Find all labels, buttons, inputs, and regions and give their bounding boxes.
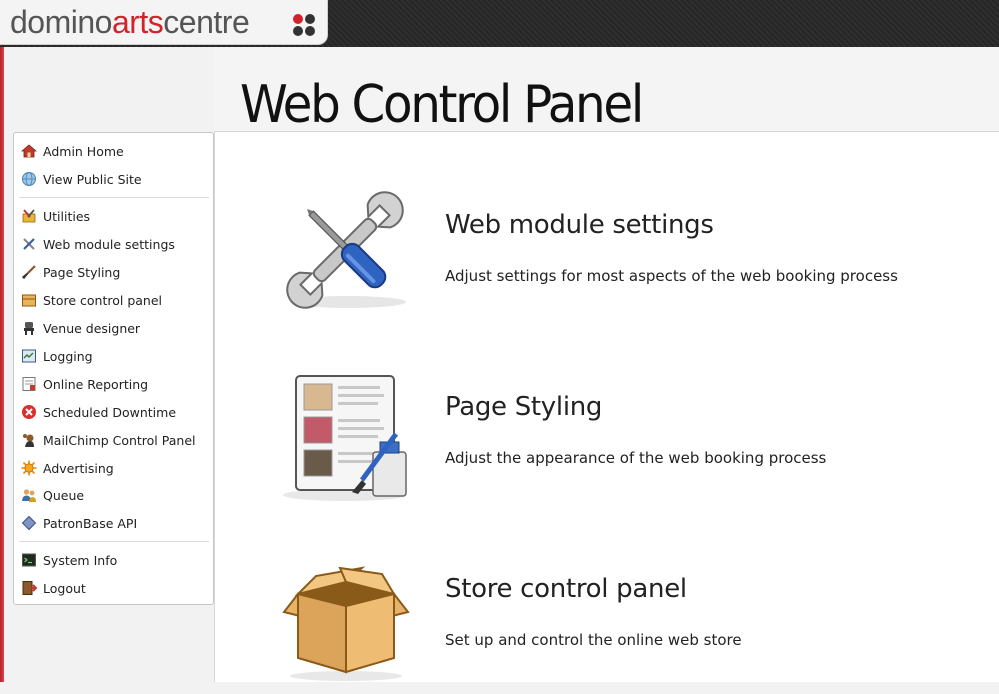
sidebar-item-view-public-site[interactable]: View Public Site — [21, 169, 206, 189]
stop-icon — [21, 404, 37, 420]
sidebar-item-label: Admin Home — [43, 143, 124, 159]
sidebar-item-queue[interactable]: Queue — [21, 485, 206, 505]
section-title[interactable]: Web module settings — [445, 210, 714, 240]
log-icon — [21, 348, 37, 364]
sidebar-item-label: Logout — [43, 580, 86, 596]
sidebar-item-label: Logging — [43, 348, 93, 364]
paintbrush-icon — [21, 264, 37, 280]
sidebar-item-label: Store control panel — [43, 292, 162, 308]
sidebar-item-label: PatronBase API — [43, 515, 138, 531]
report-icon — [21, 376, 37, 392]
section-page-styling[interactable]: Page Styling Adjust the appearance of th… — [270, 372, 970, 512]
globe-icon — [21, 171, 37, 187]
sidebar-item-label: View Public Site — [43, 171, 142, 187]
logo-word-centre: centre — [163, 4, 250, 40]
sidebar-item-logout[interactable]: Logout — [21, 578, 206, 598]
sidebar-item-scheduled-downtime[interactable]: Scheduled Downtime — [21, 402, 206, 422]
left-accent-edge — [0, 47, 4, 682]
logo-text: dominoartscentre — [10, 4, 250, 40]
sidebar-item-label: Venue designer — [43, 320, 141, 336]
utilities-icon — [21, 208, 37, 224]
domino-dots-icon — [293, 14, 317, 38]
logout-icon — [21, 580, 37, 596]
sidebar-item-label: MailChimp Control Panel — [43, 432, 196, 448]
sidebar-item-label: Page Styling — [43, 264, 121, 280]
open-box-icon — [270, 554, 420, 694]
sidebar-item-label: Scheduled Downtime — [43, 404, 177, 420]
sidebar-item-system-info[interactable]: System Info — [21, 550, 206, 570]
terminal-icon — [21, 552, 37, 568]
logo-word-arts: arts — [111, 4, 164, 40]
sidebar-item-online-reporting[interactable]: Online Reporting — [21, 374, 206, 394]
section-store-control-panel[interactable]: Store control panel Set up and control t… — [270, 554, 970, 694]
sidebar-item-label: Web module settings — [43, 236, 175, 252]
logo[interactable]: dominoartscentre — [0, 0, 328, 45]
sidebar-item-admin-home[interactable]: Admin Home — [21, 141, 206, 161]
sidebar-nav: Admin Home View Public Site Utilities We… — [13, 132, 214, 605]
sidebar-item-logging[interactable]: Logging — [21, 346, 206, 366]
sidebar-item-web-module-settings[interactable]: Web module settings — [21, 234, 206, 254]
sidebar-item-label: Online Reporting — [43, 376, 149, 392]
box-icon — [21, 292, 37, 308]
section-description: Adjust settings for most aspects of the … — [445, 267, 898, 285]
diamond-icon — [21, 515, 37, 531]
wrench-screwdriver-icon — [270, 190, 420, 330]
sidebar-divider — [19, 197, 209, 198]
sidebar-item-label: Queue — [43, 487, 85, 503]
home-icon — [21, 143, 37, 159]
sidebar-item-label: System Info — [43, 552, 118, 568]
sidebar-divider — [19, 541, 209, 542]
mailchimp-icon — [21, 432, 37, 448]
sidebar-item-page-styling[interactable]: Page Styling — [21, 262, 206, 282]
tools-icon — [21, 236, 37, 252]
sidebar-item-venue-designer[interactable]: Venue designer — [21, 318, 206, 338]
sidebar-item-mailchimp-control-panel[interactable]: MailChimp Control Panel — [21, 430, 206, 450]
section-web-module-settings[interactable]: Web module settings Adjust settings for … — [270, 190, 970, 330]
page-styling-icon — [270, 372, 420, 512]
section-title[interactable]: Store control panel — [445, 574, 687, 604]
sidebar-item-patronbase-api[interactable]: PatronBase API — [21, 513, 206, 533]
page-title: Web Control Panel — [240, 75, 644, 135]
sidebar-item-advertising[interactable]: Advertising — [21, 458, 206, 478]
sidebar-item-utilities[interactable]: Utilities — [21, 206, 206, 226]
seat-icon — [21, 320, 37, 336]
logo-word-domino: domino — [10, 4, 112, 40]
sun-icon — [21, 460, 37, 476]
section-description: Adjust the appearance of the web booking… — [445, 449, 827, 467]
sidebar-item-store-control-panel[interactable]: Store control panel — [21, 290, 206, 310]
section-title[interactable]: Page Styling — [445, 392, 602, 422]
sidebar-item-label: Advertising — [43, 460, 114, 476]
people-icon — [21, 487, 37, 503]
section-description: Set up and control the online web store — [445, 631, 742, 649]
sidebar-item-label: Utilities — [43, 208, 91, 224]
